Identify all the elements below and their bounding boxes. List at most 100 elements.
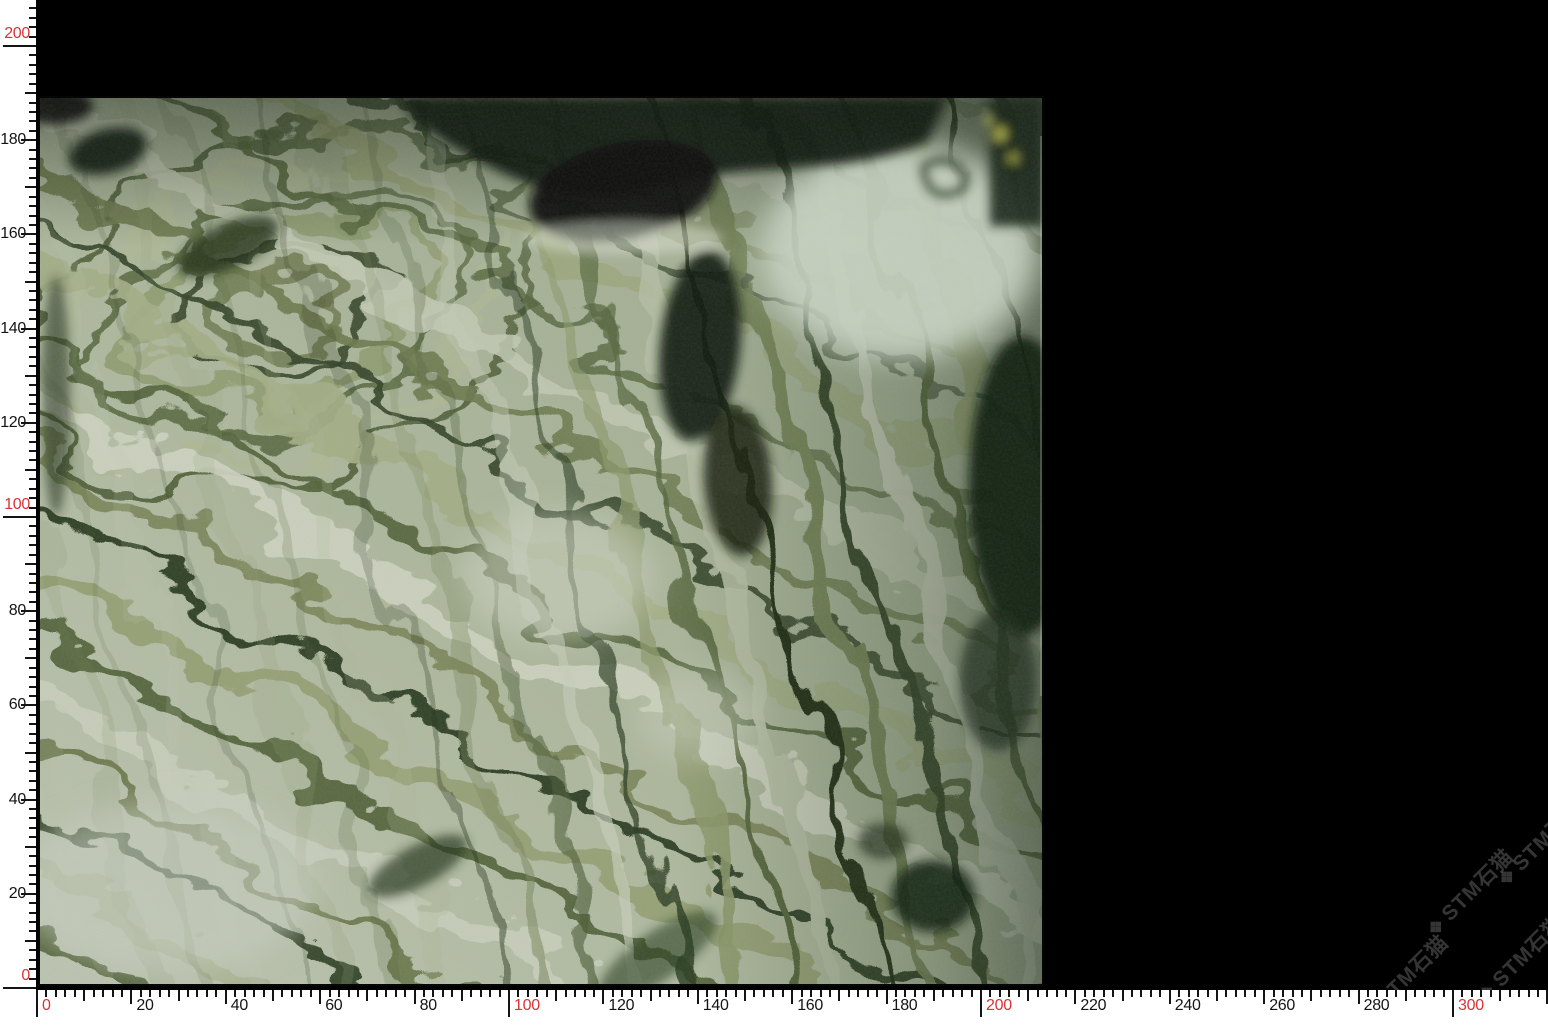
ruler-tick: [3, 516, 36, 518]
ruler-tick: [29, 921, 36, 923]
ruler-tick: [744, 990, 746, 1001]
ruler-tick: [319, 990, 321, 1004]
ruler-tick: [1386, 990, 1388, 997]
ruler-tick: [29, 431, 36, 433]
ruler-tick: [281, 990, 283, 997]
ruler-tick: [83, 990, 85, 1001]
ruler-tick: [1292, 990, 1294, 997]
ruler-tick: [942, 990, 944, 997]
ruler-tick: [29, 591, 36, 593]
ruler-tick: [810, 990, 812, 997]
watermark: ❖STM石猫: [1469, 907, 1548, 990]
ruler-tick: [621, 990, 623, 997]
ruler-label: 140: [0, 321, 26, 337]
ruler-tick: [1424, 990, 1426, 997]
ruler-tick: [29, 224, 36, 226]
ruler-tick: [735, 990, 737, 997]
ruler-tick: [29, 535, 36, 537]
scan-canvas: ❖STM石猫❖STM石猫❖STM石猫❖STM石猫: [36, 0, 1548, 990]
ruler-tick: [376, 990, 378, 997]
ruler-tick: [829, 990, 831, 997]
ruler-tick: [29, 205, 36, 207]
ruler-tick: [1480, 990, 1482, 997]
ruler-tick: [29, 978, 36, 980]
ruler-tick: [29, 83, 36, 85]
ruler-tick: [1367, 990, 1369, 997]
ruler-tick: [1254, 990, 1256, 997]
ruler-tick: [1461, 990, 1463, 997]
ruler-tick: [329, 990, 331, 997]
ruler-tick: [29, 883, 36, 885]
ruler-tick: [480, 990, 482, 997]
ruler-tick: [1537, 990, 1539, 997]
ruler-tick: [1414, 990, 1416, 997]
ruler-tick: [25, 940, 36, 942]
ruler-tick: [29, 817, 36, 819]
ruler-tick: [1282, 990, 1284, 997]
ruler-tick: [25, 563, 36, 565]
ruler-tick: [1197, 990, 1199, 997]
ruler-label: 100: [514, 998, 540, 1014]
ruler-tick: [1518, 990, 1520, 997]
ruler-tick: [1509, 990, 1511, 997]
ruler-label: 60: [325, 998, 342, 1014]
ruler-tick: [1244, 990, 1246, 997]
ruler-tick: [300, 990, 302, 997]
ruler-tick: [1358, 990, 1360, 1004]
ruler-label: 280: [1364, 998, 1390, 1014]
ruler-tick: [1528, 990, 1530, 997]
ruler-tick: [29, 902, 36, 904]
ruler-tick: [29, 318, 36, 320]
ruler-tick: [1273, 990, 1275, 997]
ruler-tick: [45, 990, 47, 997]
ruler-tick: [29, 111, 36, 113]
ruler-tick: [29, 36, 36, 38]
ruler-tick: [640, 990, 642, 997]
ruler-tick: [565, 990, 567, 997]
ruler-tick: [263, 990, 265, 997]
ruler-tick: [29, 102, 36, 104]
ruler-label: 160: [0, 226, 26, 242]
ruler-tick: [791, 990, 793, 1004]
ruler-tick: [29, 262, 36, 264]
ruler-tick: [140, 990, 142, 997]
ruler-tick: [1112, 990, 1114, 997]
ruler-tick: [650, 990, 652, 1001]
slab-photo[interactable]: [38, 96, 1044, 986]
ruler-tick: [29, 968, 36, 970]
ruler-tick: [29, 629, 36, 631]
ruler-tick: [29, 196, 36, 198]
ruler-tick: [687, 990, 689, 997]
ruler-tick: [1207, 990, 1209, 997]
ruler-tick: [461, 990, 463, 1001]
ruler-tick: [1027, 990, 1029, 1001]
ruler-tick: [29, 290, 36, 292]
ruler-tick: [508, 990, 510, 1017]
ruler-tick: [29, 667, 36, 669]
ruler-tick: [29, 912, 36, 914]
ruler-tick: [187, 990, 189, 997]
ruler-label: 40: [0, 792, 26, 808]
ruler-tick: [1405, 990, 1407, 1001]
ruler-tick: [29, 309, 36, 311]
ruler-label: 80: [420, 998, 437, 1014]
ruler-tick: [244, 990, 246, 997]
ruler-tick: [25, 752, 36, 754]
ruler-tick: [29, 507, 36, 509]
watermark: ❖STM石猫: [1353, 927, 1454, 990]
ruler-tick: [1225, 990, 1227, 997]
ruler-tick: [130, 990, 132, 1004]
ruler-tick: [697, 990, 699, 1004]
ruler-label: 80: [0, 603, 26, 619]
ruler-tick: [29, 478, 36, 480]
slab-measurement-viewer: ❖STM石猫❖STM石猫❖STM石猫❖STM石猫 020406080100120…: [0, 0, 1548, 1028]
ruler-label: 160: [797, 998, 823, 1014]
ruler-tick: [1329, 990, 1331, 997]
ruler-tick: [168, 990, 170, 997]
ruler-tick: [29, 17, 36, 19]
ruler-tick: [29, 394, 36, 396]
ruler-tick: [29, 488, 36, 490]
ruler-label: 220: [1080, 998, 1106, 1014]
ruler-tick: [1216, 990, 1218, 1001]
ruler-tick: [29, 167, 36, 169]
